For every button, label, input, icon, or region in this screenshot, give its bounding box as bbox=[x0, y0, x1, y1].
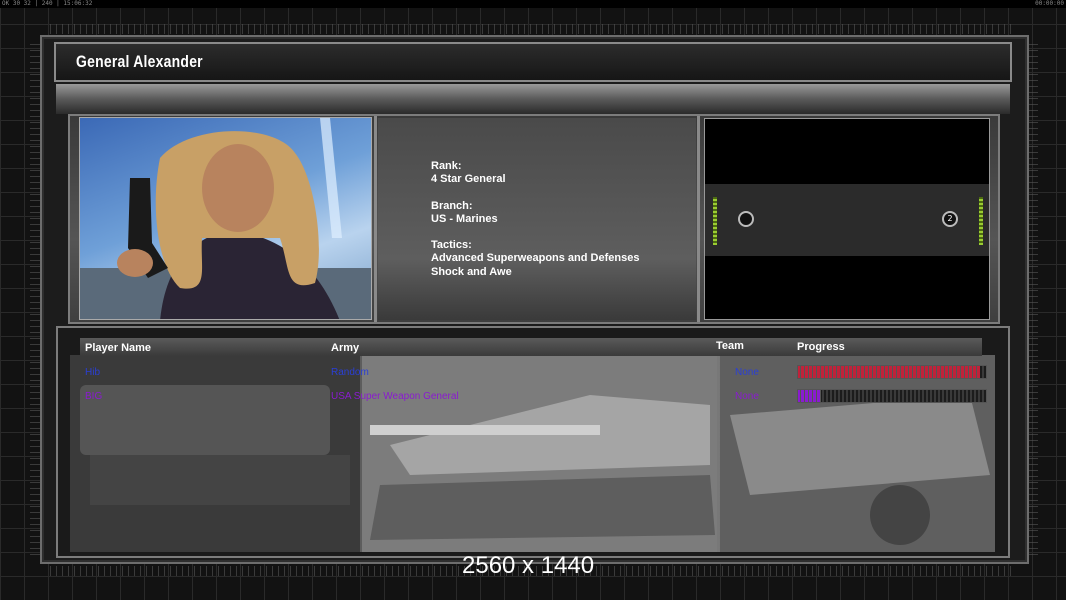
player-name: Hib bbox=[85, 367, 101, 378]
column-team: Team bbox=[716, 340, 744, 352]
tactics-line: Shock and Awe bbox=[431, 265, 512, 278]
players-table-header bbox=[80, 338, 982, 356]
general-name: General Alexander bbox=[76, 52, 203, 71]
branch-value: US - Marines bbox=[431, 212, 498, 225]
portrait-image bbox=[80, 118, 371, 319]
progress-fill bbox=[798, 366, 981, 378]
general-portrait bbox=[79, 117, 372, 320]
column-progress: Progress bbox=[797, 341, 845, 353]
loading-progress-bar bbox=[797, 389, 987, 403]
rank-label: Rank: bbox=[431, 160, 462, 172]
start-position-2: 2 bbox=[942, 211, 958, 227]
panel-divider bbox=[374, 116, 377, 322]
debug-topbar: OK 30 32 | 240 | 15:06:32 00:00:00 bbox=[0, 0, 1066, 8]
player-team: None bbox=[735, 391, 759, 402]
tactics-line: Advanced Superweapons and Defenses bbox=[431, 252, 640, 265]
clock-readout: 00:00:00 bbox=[1035, 0, 1064, 7]
tank-image bbox=[70, 355, 995, 552]
tactics-label: Tactics: bbox=[431, 239, 472, 252]
progress-fill bbox=[798, 390, 821, 402]
player-army: USA Super Weapon General bbox=[331, 391, 459, 402]
map-edge-marker-right bbox=[979, 197, 983, 245]
player-army: Random bbox=[331, 367, 369, 378]
column-player-name: Player Name bbox=[85, 342, 152, 354]
branch-label: Branch: bbox=[431, 199, 473, 212]
right-ruler bbox=[1028, 40, 1038, 555]
general-details: Rank: 4 Star General Branch: US - Marine… bbox=[431, 160, 639, 279]
tank-artwork bbox=[70, 355, 995, 552]
left-ruler bbox=[30, 40, 40, 555]
resolution-label: 2560 x 1440 bbox=[462, 552, 595, 579]
top-ruler bbox=[50, 24, 1015, 34]
panel-divider bbox=[697, 116, 700, 322]
fps-readout: OK 30 32 | 240 | 15:06:32 bbox=[2, 0, 93, 7]
title-bar: General Alexander bbox=[54, 42, 1012, 82]
map-edge-marker-left bbox=[713, 197, 717, 245]
loading-progress-bar bbox=[797, 365, 987, 379]
player-team: None bbox=[735, 367, 759, 378]
start-position-1 bbox=[738, 211, 754, 227]
title-strip bbox=[56, 84, 1010, 114]
player-name: BIG bbox=[85, 391, 103, 402]
column-army: Army bbox=[331, 342, 360, 354]
minimap: 2 bbox=[704, 118, 990, 320]
rank-value: 4 Star General bbox=[431, 173, 506, 186]
